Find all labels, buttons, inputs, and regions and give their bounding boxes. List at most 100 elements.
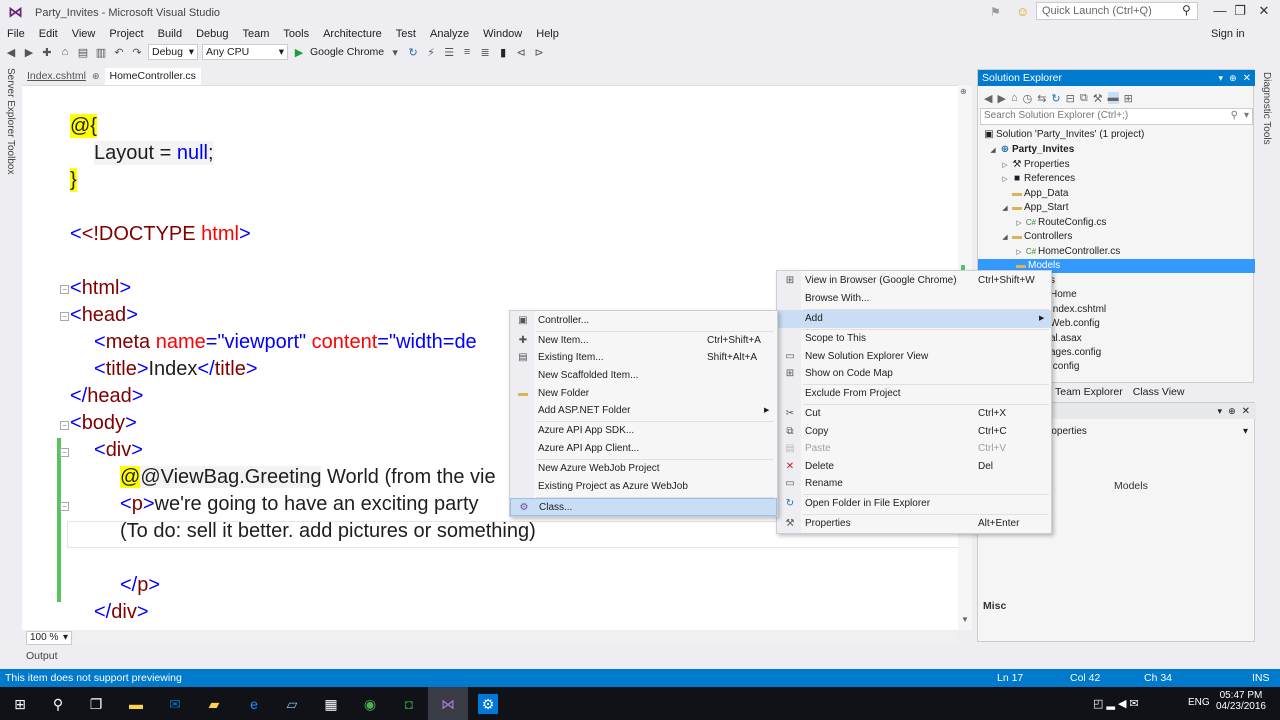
task-view-icon[interactable]: ❐ — [86, 694, 106, 714]
refresh-icon[interactable]: ↻ — [406, 46, 420, 59]
home-icon[interactable]: ⌂ — [1011, 92, 1018, 104]
collapsed-icon[interactable]: ▷ — [1014, 217, 1024, 231]
menu-cut[interactable]: ✂ Cut Ctrl+X — [777, 405, 1051, 423]
menu-new-solution-explorer-view[interactable]: ▭ New Solution Explorer View — [777, 348, 1051, 366]
tree-item-routeconfig[interactable]: ▷ C# RouteConfig.cs — [978, 216, 1255, 230]
save-icon[interactable]: ▤ — [76, 46, 90, 59]
menu-help[interactable]: Help — [529, 26, 566, 42]
menu-view[interactable]: View — [65, 26, 103, 42]
menu-add-class[interactable]: ⚙ Class... — [510, 498, 777, 516]
smile-feedback-icon[interactable]: ☺ — [1016, 4, 1029, 19]
menu-rename[interactable]: ▭ Rename — [777, 475, 1051, 493]
chevron-down-icon[interactable]: ▾ — [1244, 110, 1249, 121]
forward-icon[interactable]: ▶ — [22, 46, 36, 59]
windows-start-icon[interactable]: ⊞ — [10, 694, 30, 714]
back-icon[interactable]: ◀ — [4, 46, 18, 59]
bookmark-prev-icon[interactable]: ⊲ — [514, 46, 528, 59]
split-icon[interactable]: ⊕ — [960, 87, 967, 96]
fold-toggle[interactable]: − — [60, 285, 69, 294]
bookmark-icon[interactable]: ▮ — [496, 46, 510, 59]
camtasia-icon[interactable]: ◘ — [399, 694, 419, 714]
show-all-files-icon[interactable]: ⧉ — [1080, 92, 1088, 105]
menu-view-in-browser[interactable]: ⊞ View in Browser (Google Chrome) Ctrl+Shi… — [777, 272, 1051, 290]
platform-select[interactable]: Any CPU ▾ — [202, 44, 288, 60]
panel-menu-icon[interactable]: ▾ — [1219, 73, 1224, 84]
tab-index-cshtml[interactable]: Index.cshtml ⊕ — [22, 68, 105, 85]
menu-file[interactable]: File — [0, 26, 32, 42]
pending-changes-icon[interactable]: ◷ — [1023, 92, 1033, 105]
menu-add-controller[interactable]: ▣ Controller... — [510, 312, 777, 330]
menu-add-scaffolded-item[interactable]: New Scaffolded Item... — [510, 367, 777, 385]
menu-copy[interactable]: ⧉ Copy Ctrl+C — [777, 423, 1051, 441]
tree-item-solution[interactable]: ▣ Solution 'Party_Invites' (1 project) — [978, 128, 1255, 142]
tree-item-controllers[interactable]: ◢ ▬ Controllers — [978, 230, 1255, 244]
server-explorer-tab[interactable]: Server Explorer — [5, 68, 16, 137]
tree-item-homecontroller[interactable]: ▷ C# HomeController.cs — [978, 245, 1255, 259]
fold-toggle[interactable]: − — [60, 312, 69, 321]
menu-add-azure-api-client[interactable]: Azure API App Client... — [510, 440, 777, 458]
menu-project[interactable]: Project — [102, 26, 150, 42]
system-clock[interactable]: 05:47 PM 04/23/2016 — [1216, 690, 1266, 712]
tree-item-app-start[interactable]: ◢ ▬ App_Start — [978, 201, 1255, 215]
menu-test[interactable]: Test — [389, 26, 423, 42]
editor-horizontal-scrollbar[interactable] — [74, 632, 958, 644]
diagnostic-tools-tab[interactable]: Diagnostic Tools — [1261, 72, 1272, 145]
tree-item-properties[interactable]: ▷ ⚒ Properties — [978, 158, 1255, 172]
menu-add-azure-webjob-project[interactable]: New Azure WebJob Project — [510, 460, 777, 478]
sync-icon[interactable]: ⇆ — [1037, 92, 1046, 105]
quick-launch-input[interactable]: Quick Launch (Ctrl+Q) — [1036, 2, 1198, 20]
undo-icon[interactable]: ↶ — [112, 46, 126, 59]
calculator-icon[interactable]: ▦ — [321, 694, 341, 714]
chevron-down-icon[interactable]: ▾ — [388, 46, 402, 59]
menu-add-aspnet-folder[interactable]: Add ASP.NET Folder ▶ — [510, 402, 777, 420]
menu-add-new-folder[interactable]: ▬ New Folder — [510, 385, 777, 403]
collapsed-icon[interactable]: ▷ — [1014, 246, 1024, 260]
redo-icon[interactable]: ↷ — [130, 46, 144, 59]
properties-object-select[interactable]: roperties ▾ — [1048, 426, 1248, 437]
tree-item-app-data[interactable]: ▬ App_Data — [978, 187, 1255, 201]
chrome-icon[interactable]: ◉ — [360, 694, 380, 714]
preview-selected-icon[interactable]: ▬ — [1107, 92, 1119, 104]
expanded-icon[interactable]: ◢ — [988, 144, 998, 158]
tree-item-project[interactable]: ◢ ⊕ Party_Invites — [978, 143, 1255, 157]
tab-team-explorer[interactable]: Team Explorer — [1055, 386, 1123, 398]
save-all-icon[interactable]: ▥ — [94, 46, 108, 59]
menu-tools[interactable]: Tools — [276, 26, 316, 42]
zoom-level-select[interactable]: 100 % ▾ — [26, 631, 72, 645]
panel-menu-icon[interactable]: ▾ — [1218, 406, 1223, 417]
maximize-button[interactable]: ❐ — [1228, 3, 1252, 19]
menu-edit[interactable]: Edit — [32, 26, 65, 42]
new-project-icon[interactable]: ✚ — [40, 46, 54, 59]
pin-icon[interactable]: ⊕ — [1229, 73, 1237, 84]
scroll-down-icon[interactable]: ▼ — [961, 615, 969, 624]
refresh-icon[interactable]: ↻ — [1051, 92, 1060, 105]
tab-homecontroller-cs[interactable]: HomeController.cs — [104, 68, 201, 85]
back-icon[interactable]: ◀ — [984, 92, 992, 105]
comment-icon[interactable]: ≡ — [460, 46, 474, 58]
menu-add-existing-item[interactable]: ▤ Existing Item... Shift+Alt+A — [510, 349, 777, 367]
open-file-icon[interactable]: ⌂ — [58, 46, 72, 58]
menu-properties[interactable]: ⚒ Properties Alt+Enter — [777, 515, 1051, 533]
fold-toggle[interactable]: − — [60, 448, 69, 457]
browser-link-icon[interactable]: ⚡ — [424, 46, 438, 59]
visual-studio-icon[interactable]: ⋈ — [438, 694, 458, 714]
language-indicator[interactable]: ENG — [1188, 697, 1210, 708]
edge-browser-icon[interactable]: e — [244, 694, 264, 714]
pin-icon[interactable]: ⊕ — [92, 68, 100, 85]
collapsed-icon[interactable]: ▷ — [1000, 173, 1010, 187]
settings-gear-icon[interactable]: ⚙ — [478, 694, 498, 714]
folder-icon[interactable]: ▰ — [204, 694, 224, 714]
expanded-icon[interactable]: ◢ — [1000, 202, 1010, 216]
menu-build[interactable]: Build — [151, 26, 189, 42]
tray-icons[interactable]: ◰ ▂ ◀ ✉ — [1093, 697, 1139, 710]
menu-window[interactable]: Window — [476, 26, 529, 42]
fold-toggle[interactable]: − — [60, 502, 69, 511]
close-icon[interactable]: ✕ — [1243, 73, 1251, 84]
menu-team[interactable]: Team — [236, 26, 277, 42]
play-icon[interactable]: ▶ — [292, 46, 306, 59]
menu-scope-to-this[interactable]: Scope to This — [777, 330, 1051, 348]
feedback-flag-icon[interactable]: ⚑ — [990, 5, 1001, 19]
properties-wrench-icon[interactable]: ⚒ — [1093, 92, 1103, 105]
menu-add[interactable]: Add ▶ — [777, 310, 1051, 328]
forward-icon[interactable]: ▶ — [997, 92, 1005, 105]
